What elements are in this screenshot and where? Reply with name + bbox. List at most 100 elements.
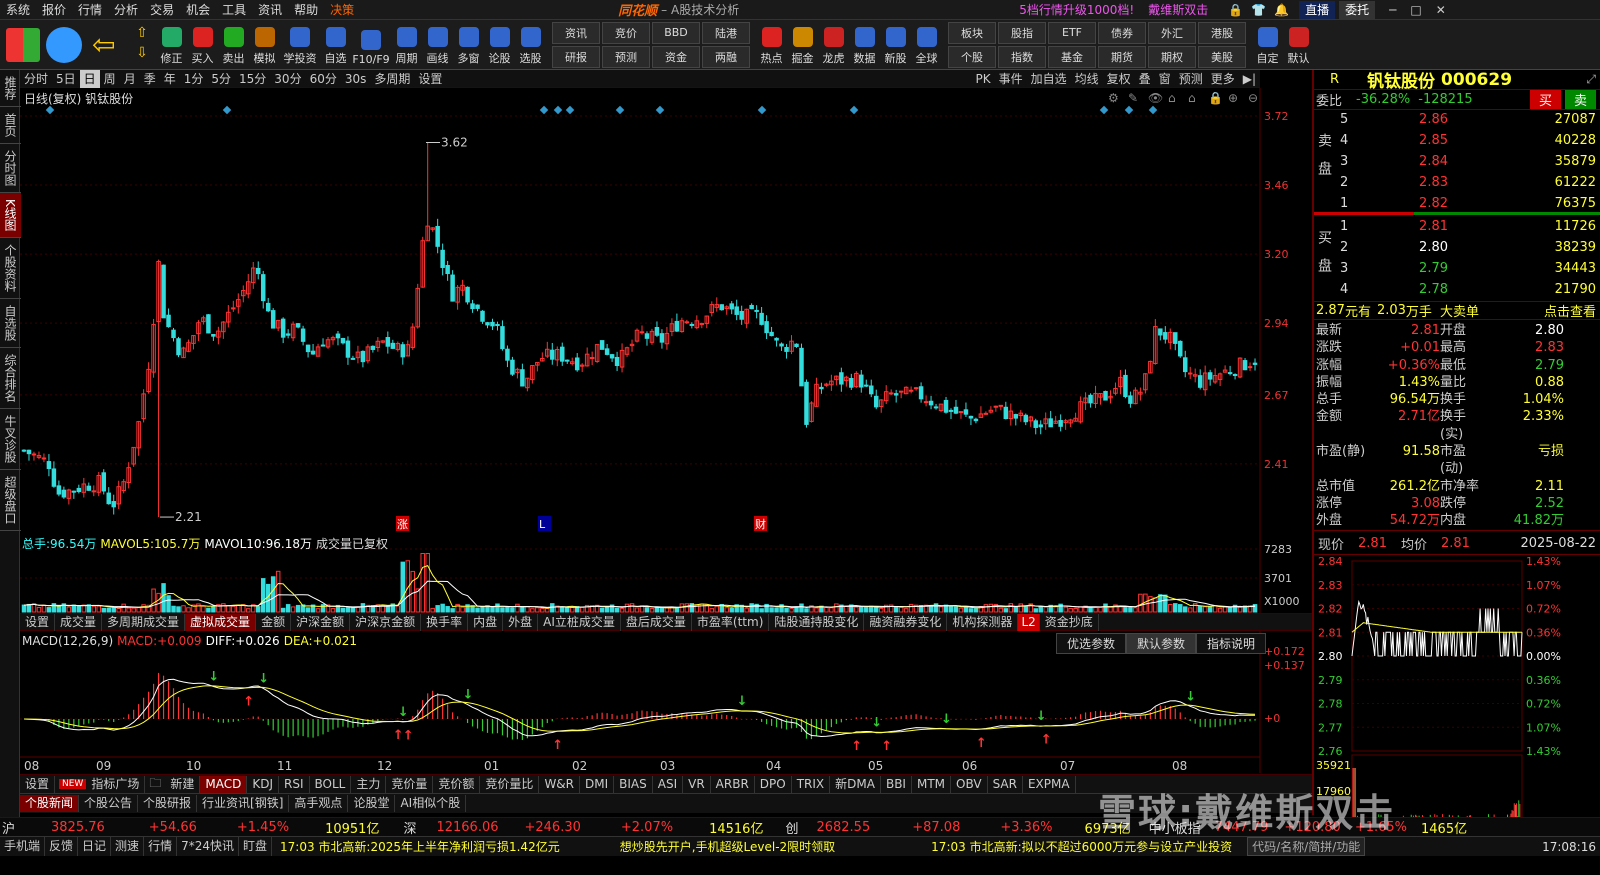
event-diamond-icon[interactable] bbox=[539, 105, 549, 115]
indicator-tab-15[interactable]: VR bbox=[683, 775, 711, 793]
period-11[interactable]: 60分 bbox=[306, 70, 341, 88]
shirt-icon[interactable]: 👕 bbox=[1251, 3, 1266, 17]
period-3[interactable]: 周 bbox=[100, 70, 120, 88]
event-diamond-icon[interactable] bbox=[655, 105, 665, 115]
event-mark-1[interactable]: L bbox=[539, 518, 546, 531]
event-diamond-icon[interactable] bbox=[1148, 105, 1158, 115]
left-nav-item-1[interactable]: 首页 bbox=[0, 107, 21, 144]
indicator-tab-13[interactable]: BIAS bbox=[614, 775, 653, 793]
toolbar-button-toolbar-3[interactable]: 模拟 bbox=[249, 21, 280, 69]
indicator-tab-3[interactable]: MACD bbox=[200, 775, 248, 793]
volume-tab-0[interactable]: 设置 bbox=[20, 613, 56, 631]
toolbar-button-toolbar2-1[interactable]: 掘金 bbox=[787, 21, 818, 69]
volume-tab-7[interactable]: 换手率 bbox=[421, 613, 469, 631]
indicator-tab-1[interactable]: 指标广场 bbox=[86, 775, 146, 793]
left-nav-item-5[interactable]: 自选股 bbox=[0, 299, 21, 348]
left-nav-item-3[interactable]: K线图 bbox=[0, 193, 21, 238]
indicator-tab-23[interactable]: SAR bbox=[988, 775, 1023, 793]
toolbar-grid-toolbar_grid-5[interactable]: 预测 bbox=[602, 45, 650, 68]
menu-item-5[interactable]: 机会 bbox=[180, 0, 216, 20]
chart-tool-icon-7[interactable]: ⊖ bbox=[1248, 91, 1258, 105]
volume-tab-11[interactable]: 盘后成交量 bbox=[621, 613, 692, 631]
order-level[interactable]: 2 2.80 38239 bbox=[1334, 237, 1598, 258]
chart-tool-7[interactable]: 预测 bbox=[1175, 70, 1207, 88]
toolbar-grid-toolbar_grid2-4[interactable]: 外汇 bbox=[1148, 21, 1196, 44]
indicator-tab-0[interactable]: 设置 bbox=[20, 775, 56, 793]
event-diamond-icon[interactable] bbox=[615, 105, 625, 115]
volume-tab-5[interactable]: 沪深金额 bbox=[291, 613, 351, 631]
period-13[interactable]: 多周期 bbox=[370, 70, 414, 88]
indicator-tab-9[interactable]: 竞价额 bbox=[433, 775, 481, 793]
indicator-tab-12[interactable]: DMI bbox=[580, 775, 615, 793]
volume-tab-15[interactable]: 机构探测器 bbox=[947, 613, 1019, 631]
volume-tab-3[interactable]: 虚拟成交量 bbox=[185, 613, 257, 631]
up-down-icon[interactable]: ⇧ ⇩ bbox=[130, 23, 154, 67]
toolbar-grid-toolbar_grid-6[interactable]: 资金 bbox=[652, 45, 700, 68]
toolbar-grid-toolbar_grid2-7[interactable]: 指数 bbox=[998, 45, 1046, 68]
toolbar-button-toolbar-7[interactable]: 周期 bbox=[391, 21, 422, 69]
news-tab-1[interactable]: 个股公告 bbox=[79, 795, 139, 812]
period-4[interactable]: 月 bbox=[120, 70, 140, 88]
volume-tab-12[interactable]: 市盈率(ttm) bbox=[692, 613, 770, 631]
left-nav-item-0[interactable]: 推荐 bbox=[0, 70, 21, 107]
toolbar-button-toolbar-4[interactable]: 学投资 bbox=[280, 21, 320, 69]
event-mark-2[interactable]: 财 bbox=[755, 517, 766, 531]
event-mark-0[interactable]: 涨 bbox=[397, 518, 408, 531]
kline-chart[interactable]: 3.72 3.46 3.20 2.94 2.67 2.41 3.62 2.21 涨 L 财 ⚙ ✎ 👁 ⌂ ⌂… bbox=[20, 88, 1312, 535]
volume-tab-6[interactable]: 沪深京金额 bbox=[350, 613, 422, 631]
left-nav-item-7[interactable]: 牛叉诊股 bbox=[0, 409, 21, 470]
lock-icon[interactable]: 🔒 bbox=[1228, 3, 1243, 17]
toolbar-grid-toolbar_grid2-1[interactable]: 股指 bbox=[998, 21, 1046, 44]
toolbar-button-toolbar-0[interactable]: 修正 bbox=[156, 21, 187, 69]
chart-tool-icon-1[interactable]: ✎ bbox=[1128, 91, 1138, 105]
period-9[interactable]: 15分 bbox=[235, 70, 270, 88]
toolbar-button-toolbar-5[interactable]: 自选 bbox=[320, 21, 351, 69]
status-item-4[interactable]: 行情 bbox=[144, 837, 178, 856]
toolbar-grid-toolbar_grid-7[interactable]: 两融 bbox=[702, 45, 750, 68]
event-diamond-icon[interactable] bbox=[565, 105, 575, 115]
news-tab-6[interactable]: AI相似个股 bbox=[395, 795, 467, 812]
toolbar-grid-toolbar_grid2-0[interactable]: 板块 bbox=[948, 21, 996, 44]
status-item-1[interactable]: 反馈 bbox=[45, 837, 79, 856]
event-diamond-icon[interactable] bbox=[1099, 105, 1109, 115]
menu-item-6[interactable]: 工具 bbox=[216, 0, 252, 20]
order-level[interactable]: 4 2.85 40228 bbox=[1334, 130, 1598, 151]
chart-tool-6[interactable]: 窗 bbox=[1155, 70, 1175, 88]
minimize-icon[interactable]: ─ bbox=[1389, 3, 1396, 17]
status-item-6[interactable]: 盯盘 bbox=[239, 837, 272, 856]
event-diamond-icon[interactable] bbox=[849, 105, 859, 115]
chart-tool-4[interactable]: 复权 bbox=[1103, 70, 1135, 88]
status-item-3[interactable]: 测速 bbox=[111, 837, 145, 856]
chart-tool-icon-2[interactable]: 👁 bbox=[1148, 91, 1163, 105]
weituo-button[interactable]: 委托 bbox=[1339, 0, 1376, 19]
expand-icon[interactable]: ⤢ bbox=[1586, 72, 1596, 87]
robot-icon[interactable] bbox=[46, 26, 82, 63]
indicator-tab-8[interactable]: 竞价量 bbox=[386, 775, 434, 793]
period-8[interactable]: 5分 bbox=[207, 70, 235, 88]
toolbar-grid-toolbar_grid2-6[interactable]: 个股 bbox=[948, 45, 996, 68]
toolbar-grid-toolbar_grid-1[interactable]: 竞价 bbox=[602, 21, 650, 44]
indicator-tab-21[interactable]: MTM bbox=[912, 775, 952, 793]
toolbar-grid-toolbar_grid2-8[interactable]: 基金 bbox=[1048, 45, 1096, 68]
chart-tool-icon-0[interactable]: ⚙ bbox=[1108, 91, 1119, 105]
chart-tool-icon-3[interactable]: ⌂ bbox=[1168, 91, 1176, 105]
toolbar-button-toolbar2-0[interactable]: 热点 bbox=[756, 21, 787, 69]
menu-item-3[interactable]: 分析 bbox=[108, 0, 144, 20]
chart-tool-2[interactable]: 加自选 bbox=[1027, 70, 1071, 88]
toolbar-button-toolbar-11[interactable]: 选股 bbox=[515, 21, 546, 69]
sell-button[interactable]: 卖 bbox=[1564, 90, 1596, 109]
toolbar-grid-toolbar_grid2-3[interactable]: 债券 bbox=[1098, 21, 1146, 44]
order-level[interactable]: 4 2.78 21790 bbox=[1334, 279, 1598, 300]
bell-icon[interactable]: 🔔 bbox=[1274, 3, 1289, 17]
volume-tab-8[interactable]: 内盘 bbox=[468, 613, 504, 631]
volume-tab-10[interactable]: AI立桩成交量 bbox=[538, 613, 621, 631]
indicator-tab-5[interactable]: RSI bbox=[279, 775, 310, 793]
toolbar-grid-toolbar_grid-3[interactable]: 陆港 bbox=[702, 21, 750, 44]
event-diamond-icon[interactable] bbox=[222, 105, 232, 115]
indicator-tab-7[interactable]: 主力 bbox=[351, 775, 387, 793]
news-tab-5[interactable]: 论股堂 bbox=[348, 795, 396, 812]
indicator-tab-16[interactable]: ARBR bbox=[711, 775, 755, 793]
order-level[interactable]: 3 2.79 34443 bbox=[1334, 258, 1598, 279]
toolbar-grid-toolbar_grid-2[interactable]: BBD bbox=[652, 21, 700, 44]
indicator-tab-10[interactable]: 竞价量比 bbox=[480, 775, 540, 793]
